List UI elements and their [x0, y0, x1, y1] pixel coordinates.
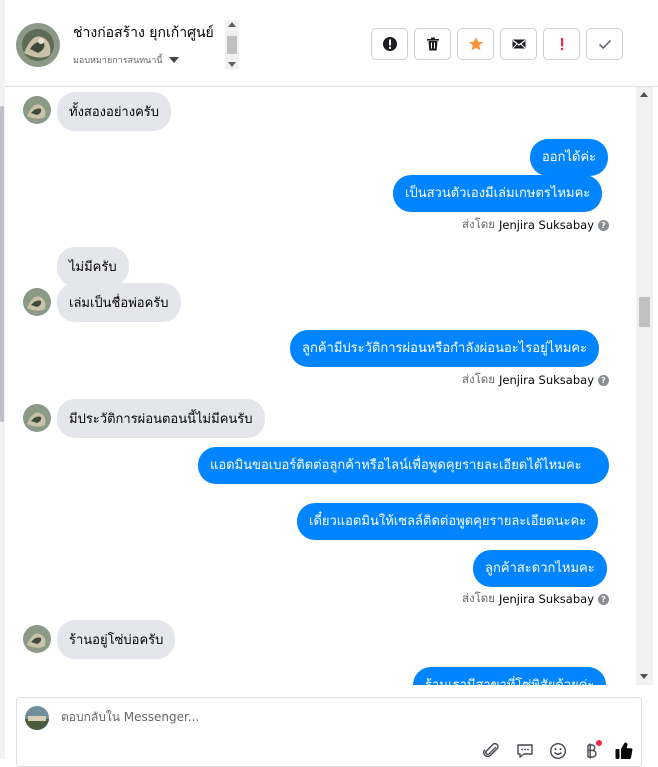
conversation-header: ช่างก่อสร้าง ยุกเก้าศูนย์ มอบหมายการสนทน…: [5, 0, 658, 87]
trash-icon: [426, 37, 439, 51]
check-icon: [598, 39, 611, 50]
question-mark-icon[interactable]: ?: [598, 219, 609, 231]
scroll-down-arrow-icon[interactable]: [228, 62, 236, 67]
question-mark-icon[interactable]: ?: [598, 593, 609, 605]
thumbs-up-icon: [615, 742, 633, 760]
outgoing-message[interactable]: ออกได้ค่ะ: [530, 139, 609, 176]
contact-avatar[interactable]: [16, 23, 60, 67]
incoming-message[interactable]: ร้านอยู่โซ่บ่อครับ: [57, 620, 176, 659]
exclamation-icon: [560, 38, 563, 51]
sent-by-label: ส่งโดย Jenjira Suksabay ?: [462, 371, 609, 389]
mark-unread-button[interactable]: [500, 28, 537, 60]
left-edge-scroll-thumb[interactable]: [0, 106, 4, 422]
outgoing-message[interactable]: เป็นสวนตัวเองมีเล่มเกษตรไหมคะ: [393, 175, 603, 212]
contact-avatar-small[interactable]: [23, 625, 51, 653]
contact-name: ช่างก่อสร้าง ยุกเก้าศูนย์: [73, 25, 214, 41]
paperclip-icon: [483, 742, 499, 758]
notification-dot: [596, 740, 602, 746]
incoming-message[interactable]: มีประวัติการผ่อนตอนนี้ไม่มีคนรับ: [57, 399, 265, 438]
sender-name[interactable]: Jenjira Suksabay: [499, 373, 594, 387]
sent-by-label: ส่งโดย Jenjira Suksabay ?: [462, 590, 609, 608]
follow-up-button[interactable]: [543, 28, 580, 60]
chat-bubble-icon: [517, 744, 533, 758]
alert-circle-icon: [382, 37, 397, 51]
star-button[interactable]: [457, 28, 494, 60]
assign-conversation-dropdown[interactable]: มอบหมายการสนทนานี้: [73, 53, 179, 67]
page-avatar: [25, 706, 49, 730]
outgoing-message[interactable]: แอดมินขอเบอร์ติดต่อลูกค้าหรือไลน์เพื่อพู…: [198, 447, 609, 484]
star-icon: [468, 37, 483, 51]
sent-by-prefix: ส่งโดย: [461, 372, 495, 386]
assign-label: มอบหมายการสนทนานี้: [73, 56, 163, 66]
caret-down-icon: [168, 57, 179, 63]
sent-by-label: ส่งโดย Jenjira Suksabay ?: [462, 216, 609, 234]
contact-avatar-small[interactable]: [23, 288, 51, 316]
outgoing-message[interactable]: ร้านเรามีสาขาที่โซ่พิสัยด้วยค่ะ: [413, 667, 607, 685]
smiley-icon: [549, 742, 567, 760]
contact-avatar-small[interactable]: [23, 96, 51, 124]
message-thread[interactable]: ทั้งสองอย่างครับ ออกได้ค่ะ เป็นสวนตัวเอง…: [5, 87, 636, 685]
mark-done-button[interactable]: [586, 28, 623, 60]
name-scroll-thumb[interactable]: [227, 36, 237, 54]
sender-name[interactable]: Jenjira Suksabay: [499, 218, 594, 232]
sent-by-prefix: ส่งโดย: [461, 217, 495, 231]
header-actions: [371, 28, 623, 60]
scroll-up-arrow-icon[interactable]: [640, 92, 648, 97]
name-scrollbar[interactable]: [225, 20, 239, 70]
contact-avatar-small[interactable]: [23, 404, 51, 432]
sender-name[interactable]: Jenjira Suksabay: [499, 592, 594, 606]
outgoing-message[interactable]: ลูกค้าสะดวกไหมคะ: [473, 550, 607, 587]
question-mark-icon[interactable]: ?: [598, 374, 609, 386]
envelope-icon: [512, 39, 525, 49]
reply-input[interactable]: [61, 710, 581, 724]
outgoing-message[interactable]: เดี๋ยวแอดมินให้เซลล์ติดต่อพูดคุยรายละเอี…: [297, 503, 599, 540]
scroll-down-arrow-icon[interactable]: [640, 674, 648, 679]
thread-scroll-thumb[interactable]: [639, 297, 650, 327]
incoming-message[interactable]: ทั้งสองอย่างครับ: [57, 92, 172, 131]
thread-scrollbar[interactable]: [636, 87, 653, 685]
outgoing-message[interactable]: ลูกค้ามีประวัติการผ่อนหรือกำลังผ่อนอะไรอ…: [290, 330, 600, 367]
spam-button[interactable]: [371, 28, 408, 60]
sent-by-prefix: ส่งโดย: [461, 591, 495, 605]
reply-composer: [16, 697, 642, 767]
delete-button[interactable]: [414, 28, 451, 60]
scroll-up-arrow-icon[interactable]: [228, 22, 236, 27]
incoming-message[interactable]: เล่มเป็นชื่อพ่อครับ: [57, 283, 181, 322]
incoming-message[interactable]: ไม่มีครับ: [57, 247, 129, 286]
